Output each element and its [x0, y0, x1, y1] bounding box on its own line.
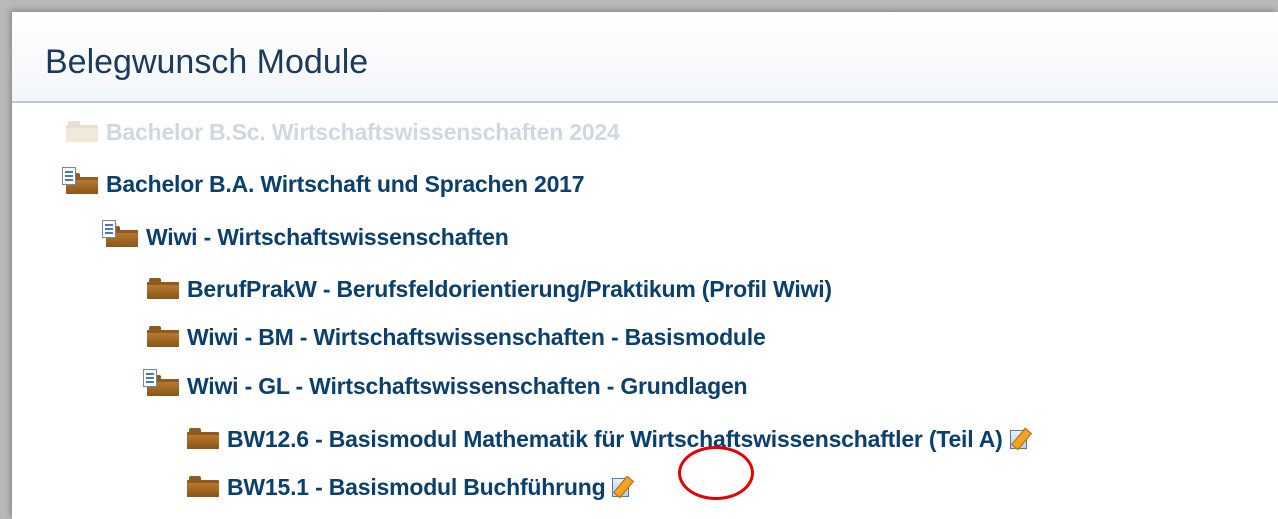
tree-item-bw15-1[interactable]: BW15.1 - Basismodul Buchführung	[187, 470, 635, 504]
tree-item-label: Bachelor B.Sc. Wirtschaftswissenschaften…	[106, 118, 620, 145]
folder-icon	[147, 326, 181, 348]
page-title: Belegwunsch Module	[45, 43, 369, 81]
tree-item-label[interactable]: BW12.6 - Basismodul Mathematik für Wirts…	[227, 426, 1003, 453]
folder-with-document-icon	[62, 167, 100, 195]
folder-icon	[147, 278, 181, 300]
folder-icon	[187, 476, 221, 498]
tree-item-berufprakw[interactable]: BerufPrakW - Berufsfeldorientierung/Prak…	[147, 272, 832, 306]
tree-item-ba-wirtschaft-sprachen-2017[interactable]: Bachelor B.A. Wirtschaft und Sprachen 20…	[62, 167, 585, 201]
tree-item-bw12-6[interactable]: BW12.6 - Basismodul Mathematik für Wirts…	[187, 422, 1033, 456]
tree-item-wiwi[interactable]: Wiwi - Wirtschaftswissenschaften	[102, 220, 509, 254]
tree-item-wiwi-gl[interactable]: Wiwi - GL - Wirtschaftswissenschaften - …	[143, 369, 748, 403]
folder-icon	[66, 121, 100, 143]
highlight-circle	[678, 446, 754, 500]
panel-header: Belegwunsch Module	[12, 12, 1278, 103]
folder-with-document-icon	[143, 369, 181, 397]
tree-item-label[interactable]: Wiwi - Wirtschaftswissenschaften	[146, 224, 509, 251]
edit-icon[interactable]	[1009, 427, 1033, 451]
tree-item-label[interactable]: BW15.1 - Basismodul Buchführung	[227, 474, 606, 501]
folder-icon	[187, 428, 221, 450]
tree-item-label[interactable]: Bachelor B.A. Wirtschaft und Sprachen 20…	[106, 171, 585, 198]
folder-with-document-icon	[102, 220, 140, 248]
tree-item-label[interactable]: Wiwi - BM - Wirtschaftswissenschaften - …	[187, 324, 766, 351]
tree-item-bsc-wiwi-2024: Bachelor B.Sc. Wirtschaftswissenschaften…	[66, 115, 620, 149]
edit-icon[interactable]	[611, 475, 635, 499]
tree-item-label[interactable]: Wiwi - GL - Wirtschaftswissenschaften - …	[187, 373, 748, 400]
tree-item-wiwi-bm[interactable]: Wiwi - BM - Wirtschaftswissenschaften - …	[147, 320, 766, 354]
tree-item-label[interactable]: BerufPrakW - Berufsfeldorientierung/Prak…	[187, 276, 832, 303]
